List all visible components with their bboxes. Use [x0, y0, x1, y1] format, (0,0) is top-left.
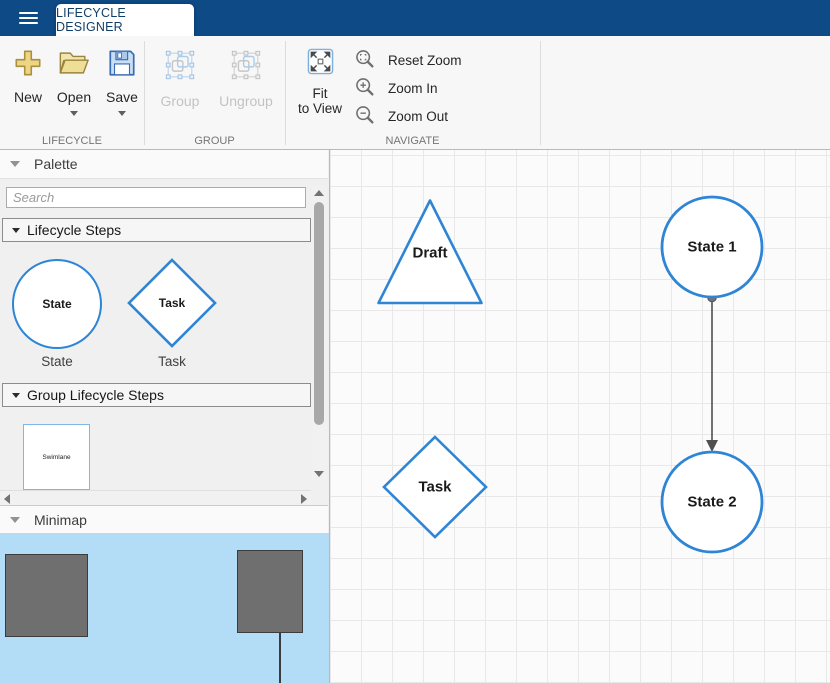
- section-label-group: GROUP: [144, 135, 285, 147]
- palette-task-caption: Task: [126, 354, 218, 369]
- palette-panel-header[interactable]: Palette: [0, 150, 328, 179]
- fit-to-view-button[interactable]: Fit to View: [291, 48, 349, 116]
- zoom-out-label: Zoom Out: [388, 109, 448, 124]
- node-state-2[interactable]: State 2: [662, 452, 762, 552]
- new-button[interactable]: New: [6, 48, 50, 105]
- zoom-in-button[interactable]: Zoom In: [354, 76, 438, 100]
- scroll-left-icon[interactable]: [0, 491, 14, 506]
- diagram-canvas[interactable]: Draft State 1 Task State 2: [330, 150, 830, 683]
- palette-state-shape-label: State: [42, 297, 71, 311]
- palette-item-task[interactable]: Task: [126, 257, 218, 349]
- node-state-1[interactable]: State 1: [662, 197, 762, 297]
- node-draft[interactable]: Draft: [379, 201, 482, 304]
- search-input[interactable]: [6, 187, 306, 208]
- palette-item-swimlane[interactable]: Swimlane: [23, 424, 90, 490]
- ribbon-divider: [285, 41, 286, 145]
- minimap-panel-header[interactable]: Minimap: [0, 505, 328, 534]
- save-button[interactable]: Save: [100, 48, 144, 116]
- node-task-label: Task: [418, 479, 452, 496]
- ungroup-icon: [229, 48, 263, 87]
- palette-horizontal-scrollbar[interactable]: [0, 490, 311, 505]
- section-header-lifecycle-steps[interactable]: Lifecycle Steps: [2, 218, 311, 242]
- reset-zoom-icon: [354, 48, 376, 73]
- tab-lifecycle-designer[interactable]: LIFECYCLE DESIGNER: [56, 4, 194, 36]
- section-header-group-lifecycle-steps[interactable]: Group Lifecycle Steps: [2, 383, 311, 407]
- fit-to-view-label: Fit to View: [298, 86, 342, 116]
- palette-item-state[interactable]: State: [12, 259, 102, 349]
- lifecycle-designer-window: LIFECYCLE DESIGNER New Open: [0, 0, 830, 683]
- minimap-title: Minimap: [34, 512, 87, 528]
- menu-bar: [19, 22, 38, 25]
- palette-task-shape-label: Task: [159, 296, 186, 310]
- ungroup-button[interactable]: Ungroup: [214, 48, 278, 109]
- scroll-down-icon[interactable]: [311, 467, 327, 481]
- menu-bar: [19, 17, 38, 20]
- ribbon-divider: [144, 41, 145, 145]
- section-label-navigate: NAVIGATE: [285, 135, 540, 147]
- collapse-minimap-icon[interactable]: [10, 517, 20, 523]
- zoom-out-icon: [354, 104, 376, 129]
- minimap-viewport[interactable]: [0, 533, 329, 683]
- scroll-right-icon[interactable]: [297, 491, 311, 506]
- minimap-edge: [279, 633, 281, 683]
- save-button-label: Save: [106, 89, 138, 105]
- group-button-label: Group: [161, 93, 200, 109]
- palette-state-caption: State: [12, 354, 102, 369]
- menu-icon[interactable]: [15, 8, 41, 28]
- node-draft-label: Draft: [412, 245, 447, 262]
- zoom-out-button[interactable]: Zoom Out: [354, 104, 448, 128]
- open-button-label: Open: [57, 89, 91, 105]
- save-dropdown-icon[interactable]: [118, 111, 126, 116]
- ribbon-toolbar: New Open Save L: [0, 36, 830, 150]
- palette-title: Palette: [34, 156, 78, 172]
- minimap-node: [5, 554, 88, 637]
- node-task[interactable]: Task: [384, 437, 486, 537]
- zoom-in-icon: [354, 76, 376, 101]
- palette-swimlane-label: Swimlane: [42, 454, 70, 461]
- menu-bar: [19, 12, 38, 15]
- zoom-in-label: Zoom In: [388, 81, 438, 96]
- section-label: Group Lifecycle Steps: [27, 387, 164, 403]
- reset-zoom-button[interactable]: Reset Zoom: [354, 48, 462, 72]
- scroll-up-icon[interactable]: [311, 186, 327, 200]
- left-panel: Palette Lifecycle Steps State State Task…: [0, 150, 330, 683]
- ribbon-divider: [540, 41, 541, 145]
- node-state-1-label: State 1: [687, 239, 736, 256]
- node-state-2-label: State 2: [687, 494, 736, 511]
- section-label: Lifecycle Steps: [27, 222, 121, 238]
- minimap-node: [237, 550, 303, 633]
- new-plus-icon: [13, 48, 43, 83]
- group-button[interactable]: Group: [152, 48, 208, 109]
- palette-vertical-scrollbar[interactable]: [311, 186, 327, 481]
- fit-to-view-icon: [307, 48, 334, 80]
- group-icon: [163, 48, 197, 87]
- reset-zoom-label: Reset Zoom: [388, 53, 462, 68]
- open-folder-icon: [58, 48, 90, 83]
- collapse-palette-icon[interactable]: [10, 161, 20, 167]
- titlebar: LIFECYCLE DESIGNER: [0, 0, 830, 36]
- scrollbar-thumb[interactable]: [314, 202, 324, 425]
- ungroup-button-label: Ungroup: [219, 93, 273, 109]
- caret-down-icon: [12, 228, 20, 233]
- section-label-lifecycle: LIFECYCLE: [0, 135, 144, 147]
- save-floppy-icon: [107, 48, 137, 83]
- palette-search: [6, 187, 306, 208]
- new-button-label: New: [14, 89, 42, 105]
- caret-down-icon: [12, 393, 20, 398]
- open-dropdown-icon[interactable]: [70, 111, 78, 116]
- transition-arrow[interactable]: [706, 293, 718, 452]
- open-button[interactable]: Open: [52, 48, 96, 116]
